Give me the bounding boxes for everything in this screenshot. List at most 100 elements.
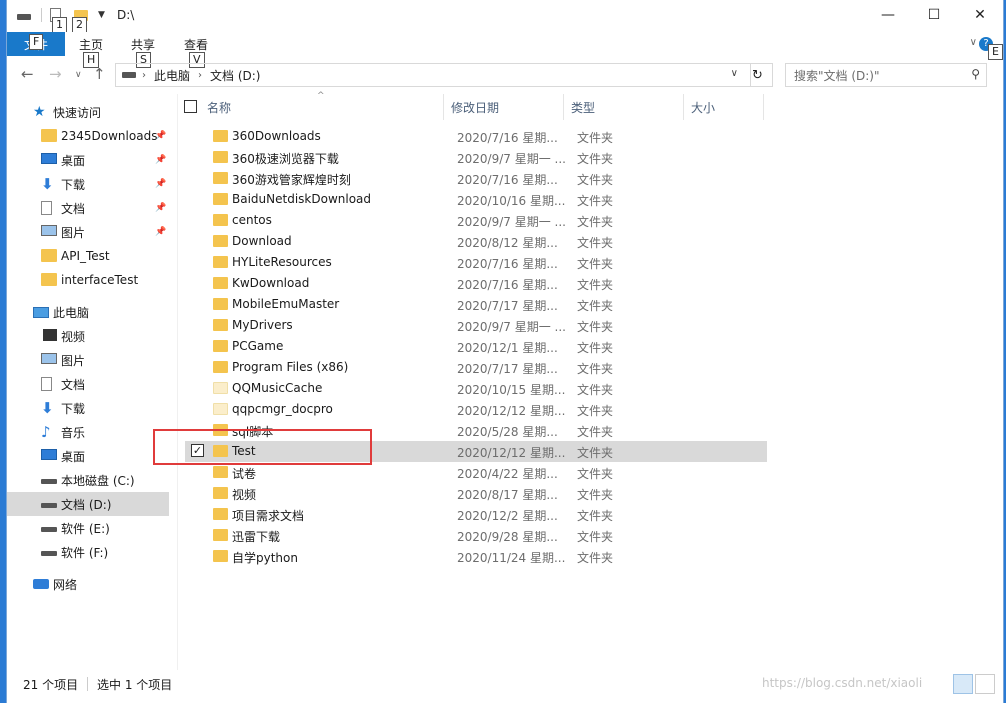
sidebar-item[interactable]: interfaceTest <box>7 268 169 292</box>
refresh-button[interactable]: ↻ <box>750 64 772 86</box>
computer-icon <box>33 306 49 318</box>
column-divider[interactable] <box>683 94 684 120</box>
sidebar-item-label: 下载 <box>61 177 86 192</box>
file-row[interactable]: 项目需求文档 2020/12/2 星期... 文件夹 <box>185 504 767 525</box>
file-row[interactable]: MobileEmuMaster 2020/7/17 星期... 文件夹 <box>185 294 767 315</box>
folder-icon <box>213 298 228 310</box>
folder-icon <box>213 340 228 352</box>
file-row[interactable]: Download 2020/8/12 星期... 文件夹 <box>185 231 767 252</box>
sidebar-item[interactable]: 2345Downloads 📌 <box>7 124 169 148</box>
sidebar-item[interactable]: 图片 <box>7 348 169 372</box>
sidebar-this-pc[interactable]: 此电脑 <box>7 300 169 324</box>
up-button[interactable]: ↑ <box>93 65 106 83</box>
pane-divider[interactable] <box>177 94 178 670</box>
sidebar-quick-access[interactable]: ★ 快速访问 <box>7 100 169 124</box>
file-date: 2020/12/12 星期... <box>457 446 566 460</box>
sidebar-item[interactable]: 视频 <box>7 324 169 348</box>
sidebar-item[interactable]: 桌面 <box>7 444 169 468</box>
file-name: HYLiteResources <box>232 255 332 269</box>
pin-icon[interactable]: 📌 <box>155 155 166 165</box>
tab-view[interactable]: 查看 <box>184 36 208 53</box>
file-type: 文件夹 <box>577 194 614 208</box>
picture-icon <box>41 353 57 364</box>
recent-locations-button[interactable]: ∨ <box>75 70 82 80</box>
breadcrumb-drive-d[interactable]: 文档 (D:) <box>210 67 260 84</box>
sidebar-item[interactable]: 文档 <box>7 372 169 396</box>
file-type: 文件夹 <box>577 341 614 355</box>
file-row[interactable]: 360游戏管家辉煌时刻 2020/7/16 星期... 文件夹 <box>185 168 767 189</box>
file-row[interactable]: qqpcmgr_docpro 2020/12/12 星期... 文件夹 <box>185 399 767 420</box>
file-row[interactable]: centos 2020/9/7 星期一 ... 文件夹 <box>185 210 767 231</box>
file-row[interactable]: HYLiteResources 2020/7/16 星期... 文件夹 <box>185 252 767 273</box>
sidebar-item[interactable]: API_Test <box>7 244 169 268</box>
desktop-icon <box>41 449 57 460</box>
file-row[interactable]: BaiduNetdiskDownload 2020/10/16 星期... 文件夹 <box>185 189 767 210</box>
forward-button[interactable]: → <box>49 65 62 83</box>
column-divider[interactable] <box>443 94 444 120</box>
sidebar-item[interactable]: 图片 📌 <box>7 220 169 244</box>
column-header-type[interactable]: 类型 <box>571 94 595 120</box>
file-row[interactable]: QQMusicCache 2020/10/15 星期... 文件夹 <box>185 378 767 399</box>
drive-icon <box>41 527 57 532</box>
folder-icon <box>41 129 57 142</box>
column-divider[interactable] <box>563 94 564 120</box>
file-row[interactable]: MyDrivers 2020/9/7 星期一 ... 文件夹 <box>185 315 767 336</box>
file-type: 文件夹 <box>577 425 614 439</box>
sidebar-item-label: 下载 <box>61 401 86 416</box>
select-all-checkbox[interactable] <box>184 100 197 113</box>
pin-icon[interactable]: 📌 <box>155 131 166 141</box>
file-row[interactable]: 自学python 2020/11/24 星期... 文件夹 <box>185 546 767 567</box>
file-row[interactable]: 视频 2020/8/17 星期... 文件夹 <box>185 483 767 504</box>
expand-ribbon-icon[interactable]: ∨ <box>970 37 977 48</box>
pin-icon[interactable]: 📌 <box>155 203 166 213</box>
chevron-right-icon: › <box>142 69 146 81</box>
tab-share[interactable]: 共享 <box>131 36 155 53</box>
sidebar-item[interactable]: ♪ 音乐 <box>7 420 169 444</box>
sidebar-item[interactable]: 软件 (E:) <box>7 516 169 540</box>
search-icon[interactable]: ⚲ <box>971 67 980 81</box>
column-header-size[interactable]: 大小 <box>691 94 715 120</box>
sidebar-item[interactable]: ⬇ 下载 <box>7 396 169 420</box>
file-row[interactable]: 试卷 2020/4/22 星期... 文件夹 <box>185 462 767 483</box>
pin-icon[interactable]: 📌 <box>155 227 166 237</box>
sidebar-item[interactable]: 软件 (F:) <box>7 540 169 564</box>
folder-icon <box>213 403 228 415</box>
file-row[interactable]: 迅雷下载 2020/9/28 星期... 文件夹 <box>185 525 767 546</box>
back-button[interactable]: ← <box>21 65 34 83</box>
explorer-window: ▼ 1 2 D:\ — ☐ ✕ 文件 F 主页 H 共享 S 查看 V ∨ ? … <box>6 0 1004 703</box>
sidebar-item[interactable]: 文档 📌 <box>7 196 169 220</box>
search-input[interactable]: 搜索"文档 (D:)" ⚲ <box>785 63 987 87</box>
sidebar-item[interactable]: ⬇ 下载 📌 <box>7 172 169 196</box>
address-bar[interactable]: › 此电脑 › 文档 (D:) ∨ ↻ <box>115 63 773 87</box>
column-header-date[interactable]: 修改日期 <box>451 94 499 120</box>
large-icons-view-button[interactable] <box>975 674 995 694</box>
column-divider[interactable] <box>763 94 764 120</box>
file-date: 2020/7/17 星期... <box>457 362 558 376</box>
sidebar-item[interactable]: 桌面 📌 <box>7 148 169 172</box>
tab-home[interactable]: 主页 <box>79 36 103 53</box>
file-row[interactable]: 360Downloads 2020/7/16 星期... 文件夹 <box>185 126 767 147</box>
minimize-button[interactable]: — <box>865 0 911 30</box>
folder-icon <box>213 382 228 394</box>
customize-dropdown-icon[interactable]: ▼ <box>98 10 105 20</box>
file-row[interactable]: Program Files (x86) 2020/7/17 星期... 文件夹 <box>185 357 767 378</box>
details-view-button[interactable] <box>953 674 973 694</box>
file-name: 迅雷下载 <box>232 530 281 544</box>
sidebar-network[interactable]: 网络 <box>7 572 169 596</box>
minimize-icon: — <box>881 7 895 23</box>
file-row[interactable]: PCGame 2020/12/1 星期... 文件夹 <box>185 336 767 357</box>
file-row[interactable]: KwDownload 2020/7/16 星期... 文件夹 <box>185 273 767 294</box>
file-row[interactable]: 360极速浏览器下载 2020/9/7 星期一 ... 文件夹 <box>185 147 767 168</box>
file-date: 2020/12/2 星期... <box>457 509 558 523</box>
sidebar-item[interactable]: 本地磁盘 (C:) <box>7 468 169 492</box>
address-dropdown-icon[interactable]: ∨ <box>731 68 738 79</box>
sidebar-item[interactable]: 文档 (D:) <box>7 492 169 516</box>
column-header-name[interactable]: 名称 <box>207 94 231 120</box>
close-button[interactable]: ✕ <box>957 0 1003 30</box>
breadcrumb-this-pc[interactable]: 此电脑 <box>154 67 190 84</box>
file-name: Program Files (x86) <box>232 360 349 374</box>
pin-icon[interactable]: 📌 <box>155 179 166 189</box>
maximize-button[interactable]: ☐ <box>911 0 957 30</box>
file-type: 文件夹 <box>577 131 614 145</box>
folder-icon <box>213 151 228 163</box>
